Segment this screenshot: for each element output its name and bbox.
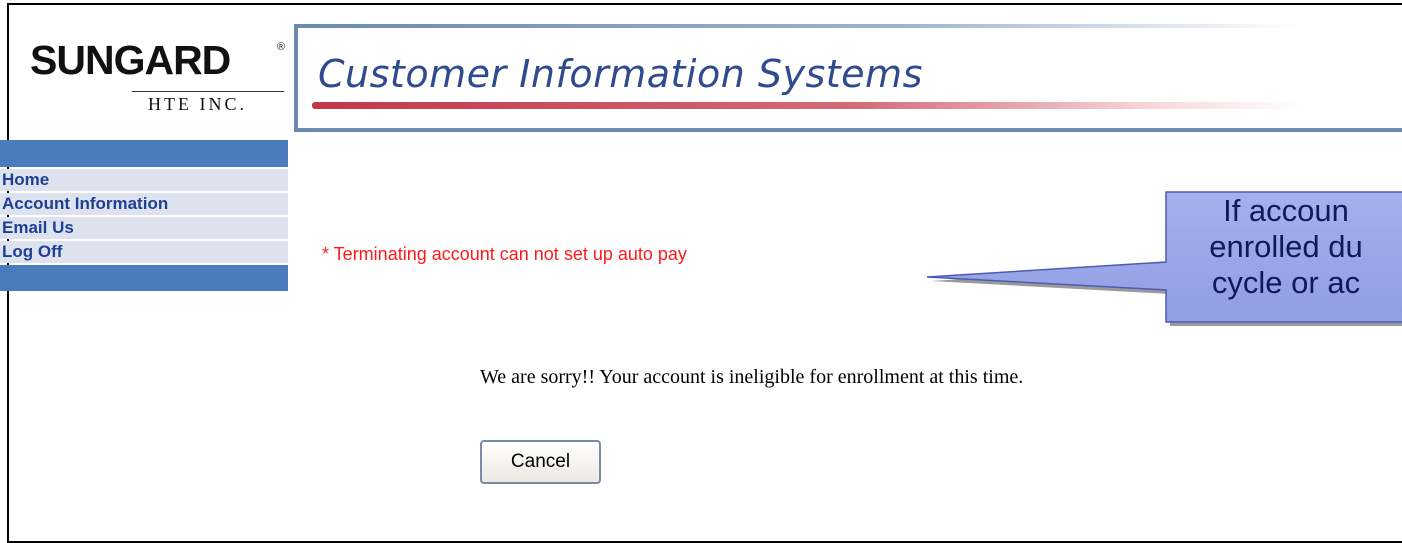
sidebar-item-email-us[interactable]: Email Us: [0, 217, 288, 239]
sidebar-item-log-off[interactable]: Log Off: [0, 241, 288, 263]
sungard-logo: SUNGARD ® HTE INC.: [20, 38, 285, 133]
banner-swoosh: [312, 102, 1302, 109]
header-banner: Customer Information Systems: [294, 24, 1402, 132]
error-message: * Terminating account can not set up aut…: [322, 244, 687, 264]
logo-divider: [132, 91, 284, 92]
sidebar-item-account-information[interactable]: Account Information: [0, 193, 288, 215]
cancel-button[interactable]: Cancel: [480, 440, 601, 484]
ineligible-message: We are sorry!! Your account is ineligibl…: [480, 366, 1024, 388]
sidebar-bottom-bar: [0, 265, 288, 291]
page-title: Customer Information Systems: [318, 52, 923, 96]
sidebar-item-home[interactable]: Home: [0, 169, 288, 191]
banner-top-rule: [294, 24, 1299, 28]
logo-brand: SUNGARD: [30, 37, 231, 83]
logo-registered-mark: ®: [277, 41, 286, 53]
sidebar-nav: Home Account Information Email Us Log Of…: [0, 140, 288, 291]
sidebar-top-bar: [0, 140, 288, 167]
logo-subtitle: HTE INC.: [148, 94, 247, 114]
